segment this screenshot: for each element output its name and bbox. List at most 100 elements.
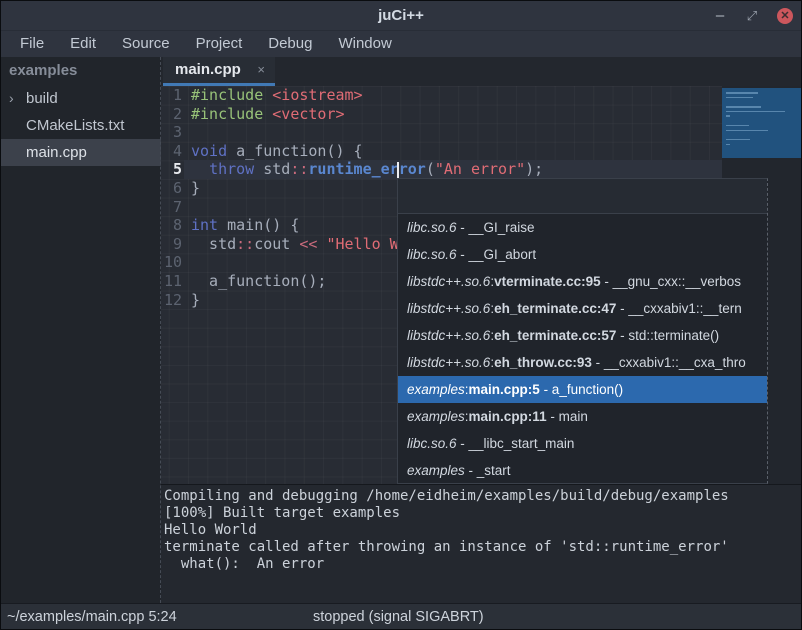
frame-library: libstdc++.so.6 [407,328,490,343]
minimap-line [726,97,753,99]
backtrace-item[interactable]: libstdc++.so.6:eh_terminate.cc:47 - __cx… [398,295,767,322]
line-number: 6 [161,179,188,198]
backtrace-item[interactable]: examples:main.cpp:5 - a_function() [398,376,767,403]
backtrace-item[interactable]: libstdc++.so.6:eh_terminate.cc:57 - std:… [398,322,767,349]
minimap-line [726,111,785,113]
popup-header [398,179,767,214]
code-line: 5 throw std::runtime_error("An error"); [161,160,722,179]
code-text: int main() { [191,216,299,235]
frame-file-line: vterminate.cc:95 [494,274,601,289]
terminal-line: Hello World [164,522,802,539]
frame-function: - main [547,409,588,424]
frame-library: libstdc++.so.6 [407,355,490,370]
tab-main-cpp[interactable]: main.cpp × [163,57,275,83]
terminal-line: terminate called after throwing an insta… [164,539,802,556]
code-token: void [191,142,227,160]
sidebar-item-cmakelists-txt[interactable]: CMakeLists.txt [1,112,161,139]
close-icon[interactable]: ✕ [777,8,793,24]
maximize-icon[interactable]: ⤢ [745,8,759,24]
code-token [191,160,209,178]
code-text: std::cout << "Hello W [191,235,399,254]
line-number: 9 [161,235,188,254]
code-line: 3 [161,123,722,142]
frame-function: - __GI_abort [457,247,537,262]
menu-source[interactable]: Source [109,31,183,57]
code-token: throw [209,160,254,178]
frame-library: libc.so.6 [407,436,457,451]
line-number: 2 [161,105,188,124]
debug-status: stopped (signal SIGABRT) [313,604,484,630]
file-tree-sidebar: examples ›buildCMakeLists.txtmain.cpp [1,57,161,603]
code-text: #include <vector> [191,105,345,124]
backtrace-item[interactable]: libc.so.6 - __GI_raise [398,214,767,241]
menu-window[interactable]: Window [325,31,404,57]
code-token: #include [191,86,263,104]
minimap-line [726,106,761,108]
backtrace-popup: libc.so.6 - __GI_raiselibc.so.6 - __GI_a… [397,178,768,484]
menu-file[interactable]: File [7,31,57,57]
frame-library: examples [407,463,465,478]
backtrace-item[interactable]: libc.so.6 - __libc_start_main [398,430,767,457]
menu-edit[interactable]: Edit [57,31,109,57]
code-token: ); [525,160,543,178]
minimap-line [726,144,730,146]
frame-library: libc.so.6 [407,220,457,235]
minimap-line [726,92,758,94]
frame-file-line: main.cpp:11 [469,409,547,424]
terminal-output[interactable]: Compiling and debugging /home/eidheim/ex… [161,484,802,603]
frame-function: - __cxxabiv1::__tern [616,301,741,316]
frame-function: - __GI_raise [457,220,535,235]
backtrace-item[interactable]: libstdc++.so.6:eh_throw.cc:93 - __cxxabi… [398,349,767,376]
backtrace-item[interactable]: examples:main.cpp:11 - main [398,403,767,430]
statusbar: ~/examples/main.cpp 5:24 stopped (signal… [1,603,801,630]
titlebar: juCi++ – ⤢ ✕ [1,1,801,31]
sidebar-item-main-cpp[interactable]: main.cpp [1,139,161,166]
code-text: #include <iostream> [191,86,363,105]
code-line: 2#include <vector> [161,105,722,124]
expander-icon[interactable]: › [9,85,23,112]
file-location-status: ~/examples/main.cpp 5:24 [7,604,177,630]
code-text: a_function(); [191,272,326,291]
code-token: } [191,179,200,197]
frame-file-line: eh_throw.cc:93 [494,355,592,370]
frame-function: - __libc_start_main [457,436,575,451]
backtrace-item[interactable]: examples - _start [398,457,767,484]
frame-function: - __cxxabiv1::__cxa_thro [592,355,746,370]
frame-file-line: eh_terminate.cc:57 [494,328,616,343]
text-cursor [397,162,399,178]
line-number: 10 [161,253,188,272]
code-text: void a_function() { [191,142,363,161]
tabbar: main.cpp × [161,57,802,86]
code-token [263,86,272,104]
sidebar-item-build[interactable]: ›build [1,85,161,112]
tab-close-icon[interactable]: × [257,57,265,83]
code-token: std [254,160,290,178]
line-number: 7 [161,198,188,217]
menu-project[interactable]: Project [183,31,256,57]
backtrace-item[interactable]: libstdc++.so.6:vterminate.cc:95 - __gnu_… [398,268,767,295]
file-name: CMakeLists.txt [26,112,124,139]
line-number: 12 [161,291,188,310]
code-token: } [191,291,200,309]
file-name: build [26,85,58,112]
frame-library: examples [407,409,465,424]
frame-library: libc.so.6 [407,247,457,262]
code-token: a_function(); [191,272,326,290]
terminal-line: [100%] Built target examples [164,505,802,522]
line-number: 8 [161,216,188,235]
frame-function: - a_function() [540,382,623,397]
line-number: 5 [161,160,188,179]
code-token [263,105,272,123]
frame-file-line: eh_terminate.cc:47 [494,301,616,316]
code-token: cout [254,235,299,253]
minimize-icon[interactable]: – [713,11,727,21]
code-token: ( [426,160,435,178]
code-text: } [191,179,200,198]
file-name: main.cpp [26,139,87,166]
menubar: FileEditSourceProjectDebugWindow [1,31,801,57]
backtrace-item[interactable]: libc.so.6 - __GI_abort [398,241,767,268]
code-token: :: [290,160,308,178]
code-minimap[interactable] [722,88,801,158]
code-text: } [191,291,200,310]
menu-debug[interactable]: Debug [255,31,325,57]
